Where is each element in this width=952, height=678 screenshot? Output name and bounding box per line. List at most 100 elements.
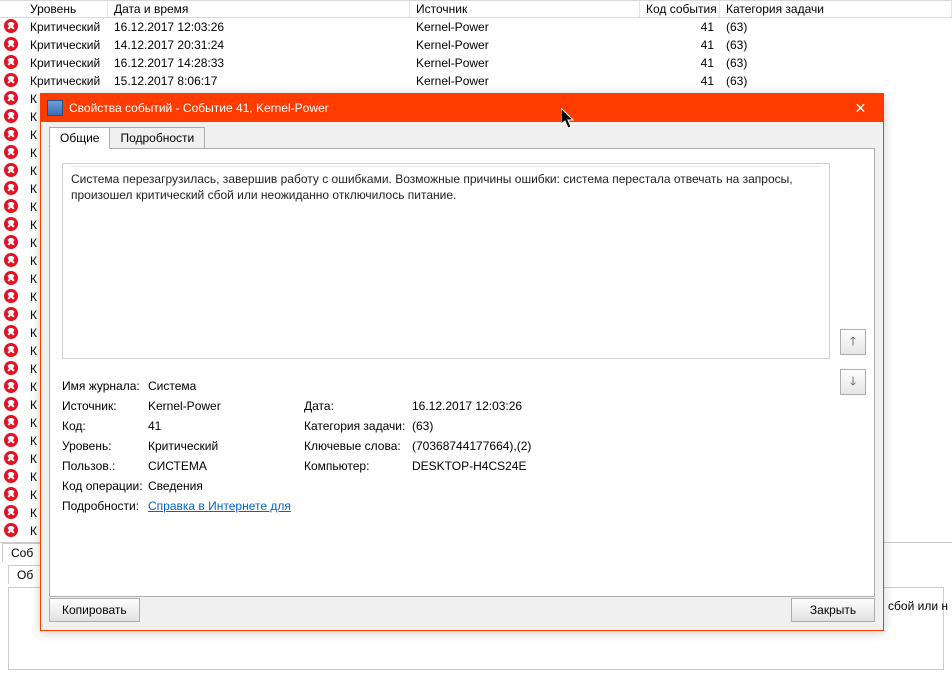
col-source-header[interactable]: Источник [410, 1, 640, 17]
cell-source: Kernel-Power [410, 56, 640, 70]
level-label: Уровень: [62, 439, 148, 453]
computer-label: Компьютер: [304, 459, 412, 473]
error-icon [4, 37, 18, 51]
dialog-titlebar[interactable]: Свойства событий - Событие 41, Kernel-Po… [41, 94, 883, 122]
error-icon [4, 523, 18, 537]
error-icon [4, 145, 18, 159]
error-icon [4, 469, 18, 483]
log-label: Имя журнала: [62, 379, 148, 393]
event-message: Система перезагрузилась, завершив работу… [71, 172, 793, 202]
close-icon[interactable]: ✕ [838, 94, 883, 122]
cell-level: Критический [24, 38, 108, 52]
date-value: 16.12.2017 12:03:26 [412, 399, 830, 413]
error-icon [4, 433, 18, 447]
cell-level: Критический [24, 20, 108, 34]
cell-date: 15.12.2017 8:06:17 [108, 74, 410, 88]
opcode-value: Сведения [148, 479, 830, 493]
error-icon [4, 271, 18, 285]
user-label: Пользов.: [62, 459, 148, 473]
error-icon [4, 397, 18, 411]
error-icon [4, 199, 18, 213]
table-row[interactable]: Критический15.12.2017 8:06:17Kernel-Powe… [0, 72, 952, 90]
user-value: СИСТЕМА [148, 459, 304, 473]
preview-tab-general[interactable]: Об [8, 565, 42, 584]
table-row[interactable]: Критический16.12.2017 14:28:33Kernel-Pow… [0, 54, 952, 72]
computer-value: DESKTOP-H4CS24E [412, 459, 830, 473]
tab-details[interactable]: Подробности [109, 127, 205, 149]
error-icon [4, 487, 18, 501]
cell-eventid: 41 [640, 74, 720, 88]
error-icon [4, 127, 18, 141]
error-icon [4, 235, 18, 249]
table-header: Уровень Дата и время Источник Код событи… [0, 0, 952, 18]
code-value: 41 [148, 419, 304, 433]
tab-general[interactable]: Общие [49, 127, 110, 149]
col-level-header[interactable]: Уровень [24, 1, 108, 17]
cell-source: Kernel-Power [410, 38, 640, 52]
cell-eventid: 41 [640, 38, 720, 52]
copy-button[interactable]: Копировать [49, 598, 140, 622]
error-icon [4, 289, 18, 303]
tab-content-general: Система перезагрузилась, завершив работу… [49, 148, 875, 597]
col-date-header[interactable]: Дата и время [108, 1, 410, 17]
cell-category: (63) [720, 38, 952, 52]
error-icon [4, 217, 18, 231]
tabs-area: Общие Подробности [41, 122, 883, 148]
keywords-value: (70368744177664),(2) [412, 439, 830, 453]
error-icon [4, 73, 18, 87]
keywords-label: Ключевые слова: [304, 439, 412, 453]
error-icon [4, 361, 18, 375]
cell-date: 16.12.2017 14:28:33 [108, 56, 410, 70]
arrow-up-icon: 🡑 [850, 332, 856, 353]
cell-level: Критический [24, 74, 108, 88]
prev-event-button[interactable]: 🡑 [840, 329, 866, 355]
error-icon [4, 379, 18, 393]
source-value: Kernel-Power [148, 399, 304, 413]
date-label: Дата: [304, 399, 412, 413]
cell-level: Критический [24, 56, 108, 70]
error-icon [4, 55, 18, 69]
category-label: Категория задачи: [304, 419, 412, 433]
error-icon [4, 307, 18, 321]
cell-date: 16.12.2017 12:03:26 [108, 20, 410, 34]
table-row[interactable]: Критический14.12.2017 20:31:24Kernel-Pow… [0, 36, 952, 54]
dialog-title: Свойства событий - Событие 41, Kernel-Po… [69, 101, 838, 115]
error-icon [4, 91, 18, 105]
event-details: Имя журнала: Система Источник: Kernel-Po… [62, 379, 830, 513]
error-icon [4, 415, 18, 429]
error-icon [4, 505, 18, 519]
table-row[interactable]: Критический16.12.2017 12:03:26Kernel-Pow… [0, 18, 952, 36]
error-icon [4, 451, 18, 465]
arrow-down-icon: 🡓 [850, 372, 856, 393]
error-icon [4, 109, 18, 123]
col-eventid-header[interactable]: Код события [640, 1, 720, 17]
code-label: Код: [62, 419, 148, 433]
category-value: (63) [412, 419, 830, 433]
error-icon [4, 343, 18, 357]
error-icon [4, 163, 18, 177]
event-properties-dialog: Свойства событий - Событие 41, Kernel-Po… [40, 93, 884, 631]
cell-category: (63) [720, 74, 952, 88]
cell-eventid: 41 [640, 56, 720, 70]
cell-category: (63) [720, 20, 952, 34]
event-message-box[interactable]: Система перезагрузилась, завершив работу… [62, 163, 830, 359]
level-value: Критический [148, 439, 304, 453]
preview-text-fragment: й сбой или н [878, 599, 948, 613]
source-label: Источник: [62, 399, 148, 413]
cell-source: Kernel-Power [410, 74, 640, 88]
cell-category: (63) [720, 56, 952, 70]
preview-tab-event[interactable]: Соб [2, 543, 42, 562]
cell-eventid: 41 [640, 20, 720, 34]
error-icon [4, 253, 18, 267]
col-category-header[interactable]: Категория задачи [720, 1, 952, 17]
cell-source: Kernel-Power [410, 20, 640, 34]
log-value: Система [148, 379, 830, 393]
close-button[interactable]: Закрыть [791, 598, 875, 622]
cell-date: 14.12.2017 20:31:24 [108, 38, 410, 52]
moreinfo-label: Подробности: [62, 499, 148, 513]
next-event-button[interactable]: 🡓 [840, 369, 866, 395]
error-icon [4, 19, 18, 33]
opcode-label: Код операции: [62, 479, 148, 493]
online-help-link[interactable]: Справка в Интернете для [148, 499, 291, 513]
event-viewer-icon [47, 100, 63, 116]
